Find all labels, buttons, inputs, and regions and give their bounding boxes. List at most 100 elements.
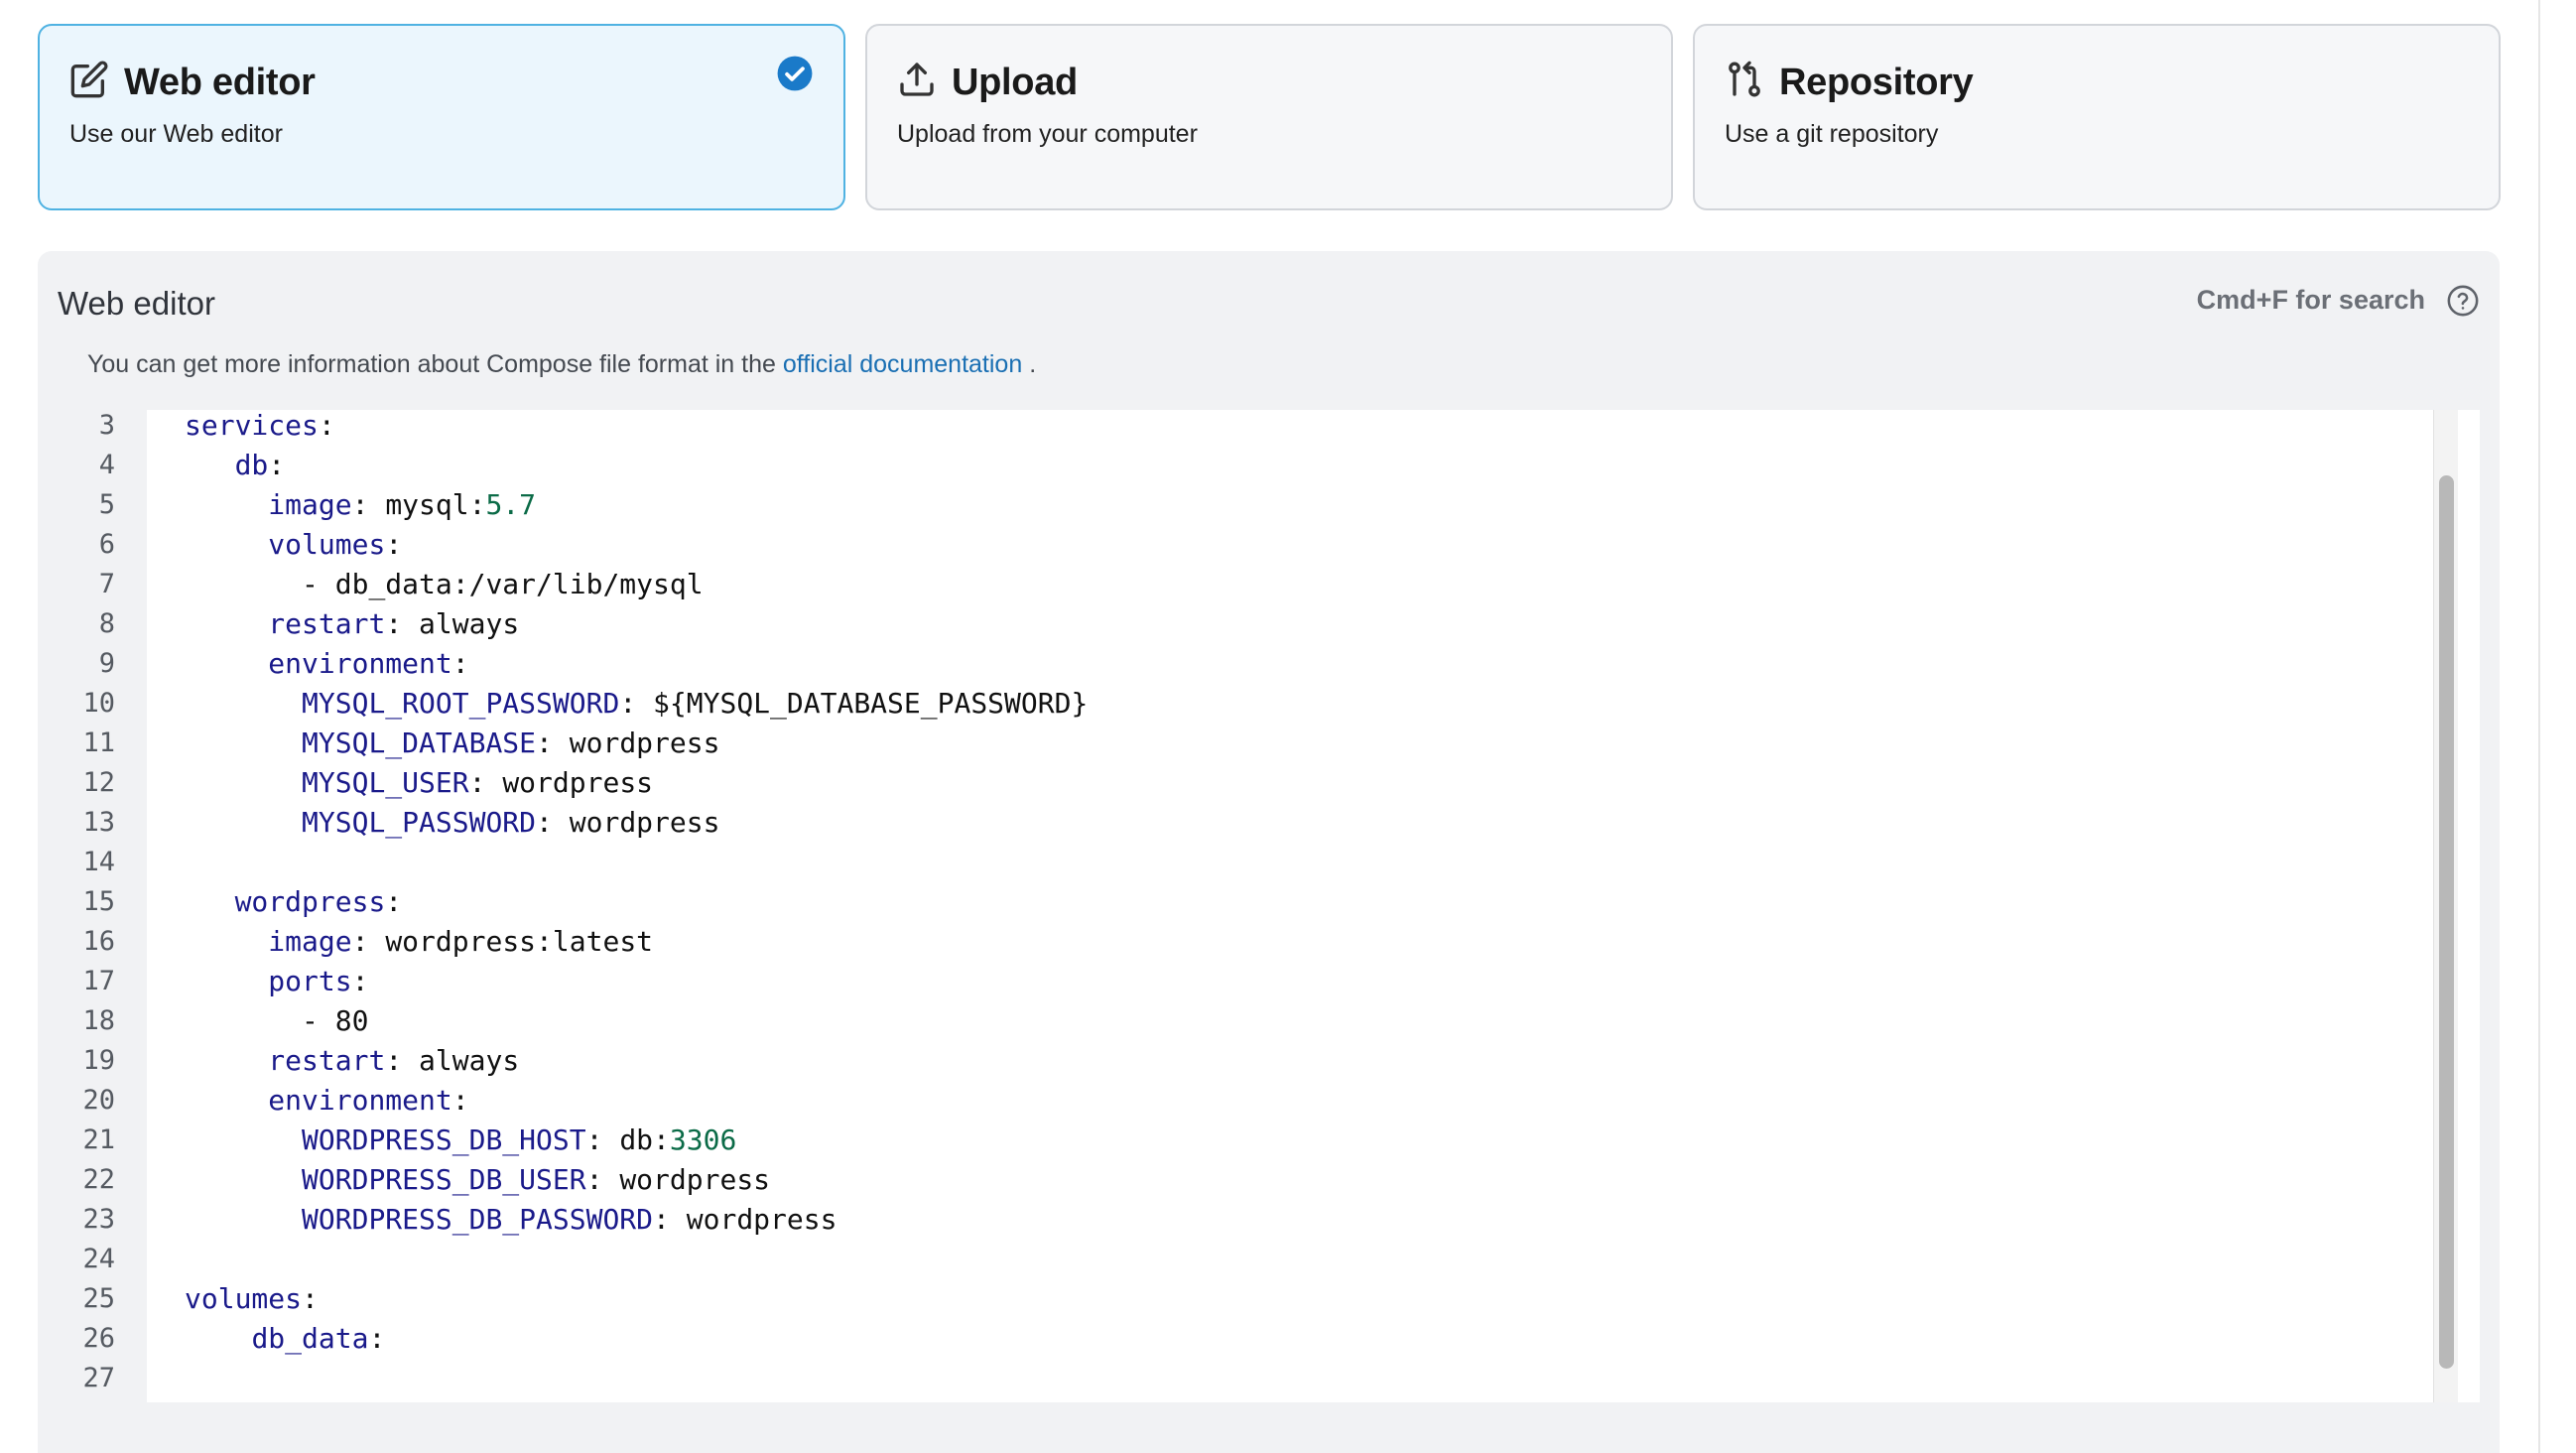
official-documentation-link[interactable]: official documentation xyxy=(783,350,1022,378)
line-number: 5 xyxy=(98,489,115,520)
code-line: 12 MYSQL_USER: wordpress xyxy=(58,763,2429,803)
editor-scrollbar-thumb[interactable] xyxy=(2439,475,2454,1369)
yaml-key: ports xyxy=(268,965,352,997)
line-number: 16 xyxy=(82,926,115,957)
yaml-separator: : xyxy=(536,806,570,839)
line-number: 9 xyxy=(98,648,115,679)
yaml-number: 3306 xyxy=(669,1123,737,1156)
code-line: 23 WORDPRESS_DB_PASSWORD: wordpress xyxy=(58,1200,2429,1240)
info-prefix: You can get more information about Compo… xyxy=(87,350,776,378)
code-line: 27 xyxy=(58,1359,2429,1398)
code-line: 10 MYSQL_ROOT_PASSWORD: ${MYSQL_DATABASE… xyxy=(58,684,2429,724)
yaml-separator: : xyxy=(619,687,654,720)
yaml-key: WORDPRESS_DB_PASSWORD xyxy=(302,1203,654,1236)
code-line: 3 services: xyxy=(58,410,2429,446)
line-number: 11 xyxy=(82,727,115,758)
line-number: 26 xyxy=(82,1323,115,1354)
web-editor-card[interactable]: Web editor Use our Web editor xyxy=(38,24,845,210)
yaml-separator: : xyxy=(318,410,335,442)
line-number: 27 xyxy=(82,1363,115,1393)
upload-card[interactable]: Upload Upload from your computer xyxy=(865,24,1673,210)
page-scrollbar[interactable] xyxy=(2538,0,2576,1453)
code-text: ports: xyxy=(185,962,368,1001)
yaml-key: environment xyxy=(268,647,452,680)
code-text: WORDPRESS_DB_USER: wordpress xyxy=(185,1160,770,1200)
help-icon[interactable] xyxy=(2446,284,2480,318)
line-number: 25 xyxy=(82,1283,115,1314)
code-text: wordpress: xyxy=(185,882,403,922)
yaml-key: WORDPRESS_DB_USER xyxy=(302,1163,586,1196)
card-title: Web editor xyxy=(124,62,316,103)
info-text: You can get more information about Compo… xyxy=(87,350,1036,379)
code-editor[interactable]: 23services:4 db:5 image: mysql:5.76 volu… xyxy=(58,410,2480,1402)
upload-icon xyxy=(897,60,937,99)
yaml-separator: : xyxy=(351,488,386,521)
line-number: 12 xyxy=(82,767,115,798)
yaml-value: db: xyxy=(619,1123,670,1156)
code-text: environment: xyxy=(185,644,469,684)
yaml-key: wordpress xyxy=(234,885,386,918)
yaml-separator: : xyxy=(451,1084,469,1117)
build-method-selector: Web editor Use our Web editor Upload Upl… xyxy=(38,24,2501,212)
check-circle-icon xyxy=(776,55,814,92)
yaml-separator: : xyxy=(302,1282,319,1315)
line-number: 21 xyxy=(82,1124,115,1155)
yaml-key: image xyxy=(268,488,352,521)
card-title: Upload xyxy=(952,62,1078,103)
yaml-key: environment xyxy=(268,1084,452,1117)
yaml-separator: : xyxy=(585,1123,620,1156)
yaml-key: db xyxy=(234,449,269,481)
code-line: 26 db_data: xyxy=(58,1319,2429,1359)
code-text: environment: xyxy=(185,1081,469,1121)
code-line: 13 MYSQL_PASSWORD: wordpress xyxy=(58,803,2429,843)
code-line: 25 volumes: xyxy=(58,1279,2429,1319)
yaml-separator: : xyxy=(451,647,469,680)
line-number: 20 xyxy=(82,1085,115,1116)
code-line: 17 ports: xyxy=(58,962,2429,1001)
yaml-separator: : xyxy=(585,1163,620,1196)
code-text: - db_data:/var/lib/mysql xyxy=(185,565,704,604)
yaml-value: wordpress xyxy=(686,1203,837,1236)
line-number: 17 xyxy=(82,966,115,996)
line-number: 4 xyxy=(98,450,115,480)
yaml-value: - 80 xyxy=(302,1004,369,1037)
code-text: - 80 xyxy=(185,1001,368,1041)
code-text: MYSQL_DATABASE: wordpress xyxy=(185,724,719,763)
code-line: 14 xyxy=(58,843,2429,882)
yaml-value: always xyxy=(419,607,520,640)
code-line: 7 - db_data:/var/lib/mysql xyxy=(58,565,2429,604)
yaml-separator: : xyxy=(368,1322,386,1355)
yaml-value: wordpress xyxy=(619,1163,771,1196)
yaml-key: MYSQL_USER xyxy=(302,766,469,799)
yaml-value: wordpress:latest xyxy=(385,925,654,958)
repository-card[interactable]: Repository Use a git repository xyxy=(1693,24,2501,210)
code-text: WORDPRESS_DB_PASSWORD: wordpress xyxy=(185,1200,837,1240)
yaml-key: MYSQL_ROOT_PASSWORD xyxy=(302,687,620,720)
code-text: image: wordpress:latest xyxy=(185,922,653,962)
code-text: image: mysql:5.7 xyxy=(185,485,536,525)
yaml-key: WORDPRESS_DB_HOST xyxy=(302,1123,586,1156)
yaml-number: 5.7 xyxy=(485,488,537,521)
yaml-key: MYSQL_DATABASE xyxy=(302,726,537,759)
yaml-value: wordpress xyxy=(502,766,654,799)
code-line: 8 restart: always xyxy=(58,604,2429,644)
code-line: 4 db: xyxy=(58,446,2429,485)
line-number: 18 xyxy=(82,1005,115,1036)
yaml-separator: : xyxy=(268,449,286,481)
card-description: Use a git repository xyxy=(1725,120,1939,148)
editor-scrollbar[interactable] xyxy=(2433,410,2458,1402)
code-line: 19 restart: always xyxy=(58,1041,2429,1081)
line-number: 24 xyxy=(82,1244,115,1274)
code-text: db: xyxy=(185,446,286,485)
